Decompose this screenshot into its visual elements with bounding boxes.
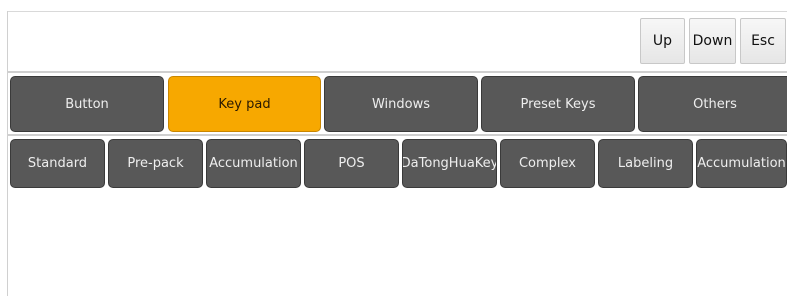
subtab-datonghuakey[interactable]: DaTongHuaKey	[402, 139, 497, 188]
up-button[interactable]: Up	[640, 18, 685, 64]
down-button[interactable]: Down	[689, 18, 736, 64]
subtab-standard[interactable]: Standard	[10, 139, 105, 188]
esc-button[interactable]: Esc	[740, 18, 786, 64]
subtab-pos[interactable]: POS	[304, 139, 399, 188]
category-tab-others[interactable]: Others	[638, 76, 787, 132]
category-tab-button[interactable]: Button	[10, 76, 164, 132]
subtab-pre-pack[interactable]: Pre-pack	[108, 139, 203, 188]
app-window: Up Down Esc Button Key pad Windows Prese…	[0, 0, 787, 296]
header-divider	[8, 71, 787, 73]
category-tab-windows[interactable]: Windows	[324, 76, 478, 132]
subtab-accumulation-2[interactable]: Accumulation	[696, 139, 787, 188]
content-area	[8, 192, 787, 296]
subtab-complex[interactable]: Complex	[500, 139, 595, 188]
subtab-accumulation[interactable]: Accumulation	[206, 139, 301, 188]
category-tab-key-pad[interactable]: Key pad	[168, 76, 321, 132]
category-divider	[8, 134, 787, 136]
category-tab-preset-keys[interactable]: Preset Keys	[481, 76, 635, 132]
subtab-labeling[interactable]: Labeling	[598, 139, 693, 188]
